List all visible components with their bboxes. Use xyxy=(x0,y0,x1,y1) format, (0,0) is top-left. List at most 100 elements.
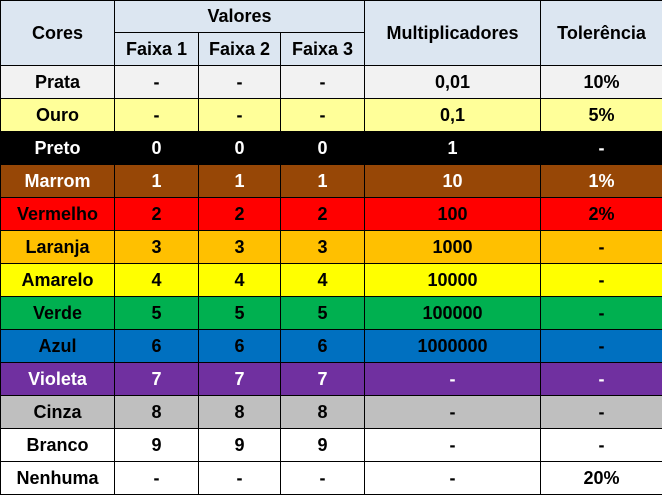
cell-color-name: Ouro xyxy=(0,98,115,132)
table-row: Amarelo 4 4 4 10000- xyxy=(0,263,662,297)
table-row: Cinza 8 8 8- - xyxy=(0,395,662,429)
cell-faixa-1: 1 xyxy=(114,164,199,198)
cell-color-name: Preto xyxy=(0,131,115,165)
cell-faixa-2: - xyxy=(198,461,281,495)
cell-faixa-2: 9 xyxy=(198,428,281,462)
cell-faixa-3: 4 xyxy=(279,263,366,297)
header-faixa-3: Faixa 3 xyxy=(279,32,366,66)
cell-multiplicador: 1 xyxy=(364,131,542,165)
resistor-color-code-table: Cores Valores Multiplicadores Tolerência… xyxy=(0,0,662,495)
cell-faixa-2: 7 xyxy=(198,362,281,396)
cell-faixa-3: 5 xyxy=(279,296,366,330)
cell-faixa-2: 4 xyxy=(198,263,281,297)
table-row: Preto 0 0 0 1- xyxy=(0,131,662,165)
cell-color-name: Amarelo xyxy=(0,263,115,297)
cell-color-name: Cinza xyxy=(0,395,115,429)
cell-color-name: Laranja xyxy=(0,230,115,264)
cell-tolerancia: - xyxy=(540,230,662,264)
cell-faixa-3: 3 xyxy=(279,230,366,264)
header-valores: Valores xyxy=(113,0,366,33)
cell-faixa-1: - xyxy=(114,98,199,132)
cell-multiplicador: 1000000 xyxy=(364,329,542,363)
cell-tolerancia: - xyxy=(540,296,662,330)
cell-multiplicador: 1000 xyxy=(364,230,542,264)
cell-tolerancia: 2% xyxy=(540,197,662,231)
cell-multiplicador: - xyxy=(364,362,542,396)
cell-multiplicador: 10000 xyxy=(364,263,542,297)
cell-multiplicador: - xyxy=(364,395,542,429)
cell-tolerancia: 20% xyxy=(540,461,662,495)
table-row: Marrom 1 1 1 10 1% xyxy=(0,164,662,198)
cell-color-name: Violeta xyxy=(0,362,115,396)
cell-faixa-1: 8 xyxy=(114,395,199,429)
cell-multiplicador: 0,01 xyxy=(364,65,542,99)
table-row: Verde 5 5 5 100000- xyxy=(0,296,662,330)
cell-faixa-2: 0 xyxy=(198,131,281,165)
cell-faixa-2: - xyxy=(198,65,281,99)
cell-faixa-1: 4 xyxy=(114,263,199,297)
cell-faixa-1: - xyxy=(114,65,199,99)
header-row-top: Cores Valores Multiplicadores Tolerência xyxy=(0,0,662,66)
cell-faixa-1: 6 xyxy=(114,329,199,363)
cell-faixa-3: 7 xyxy=(279,362,366,396)
cell-faixa-2: 6 xyxy=(198,329,281,363)
cell-multiplicador: 0,1 xyxy=(364,98,542,132)
cell-faixa-1: 0 xyxy=(114,131,199,165)
cell-color-name: Prata xyxy=(0,65,115,99)
cell-multiplicador: 10 xyxy=(364,164,542,198)
header-tolerancia: Tolerência xyxy=(540,0,662,66)
cell-faixa-3: - xyxy=(279,461,366,495)
table-row: Azul 6 6 6 1000000- xyxy=(0,329,662,363)
cell-tolerancia: - xyxy=(540,329,662,363)
cell-faixa-2: 3 xyxy=(198,230,281,264)
cell-faixa-3: 6 xyxy=(279,329,366,363)
cell-color-name: Nenhuma xyxy=(0,461,115,495)
cell-color-name: Azul xyxy=(0,329,115,363)
cell-faixa-3: - xyxy=(279,98,366,132)
cell-tolerancia: 1% xyxy=(540,164,662,198)
cell-faixa-3: 1 xyxy=(279,164,366,198)
header-multiplicadores: Multiplicadores xyxy=(364,0,542,66)
header-cores: Cores xyxy=(0,0,115,66)
cell-faixa-3: 0 xyxy=(279,131,366,165)
cell-faixa-2: 1 xyxy=(198,164,281,198)
cell-faixa-3: - xyxy=(279,65,366,99)
table-row: Branco 9 9 9- - xyxy=(0,428,662,462)
cell-color-name: Marrom xyxy=(0,164,115,198)
cell-color-name: Vermelho xyxy=(0,197,115,231)
cell-faixa-1: 9 xyxy=(114,428,199,462)
cell-color-name: Branco xyxy=(0,428,115,462)
cell-tolerancia: - xyxy=(540,263,662,297)
header-faixa-2: Faixa 2 xyxy=(198,32,281,66)
cell-faixa-1: 2 xyxy=(114,197,199,231)
cell-faixa-1: 5 xyxy=(114,296,199,330)
table-row: Prata - - -0,01 10% xyxy=(0,65,662,99)
cell-tolerancia: - xyxy=(540,131,662,165)
table-row: Violeta 7 7 7- - xyxy=(0,362,662,396)
cell-faixa-1: 3 xyxy=(114,230,199,264)
cell-multiplicador: 100000 xyxy=(364,296,542,330)
cell-multiplicador: - xyxy=(364,461,542,495)
cell-tolerancia: 10% xyxy=(540,65,662,99)
cell-color-name: Verde xyxy=(0,296,115,330)
table-body: Prata - - -0,01 10% Ouro - - -0,1 5% Preto 0 0 0 1- … xyxy=(0,65,662,495)
cell-tolerancia: - xyxy=(540,362,662,396)
cell-faixa-2: - xyxy=(198,98,281,132)
cell-faixa-3: 9 xyxy=(279,428,366,462)
cell-multiplicador: 100 xyxy=(364,197,542,231)
cell-tolerancia: - xyxy=(540,395,662,429)
cell-faixa-2: 2 xyxy=(198,197,281,231)
cell-faixa-3: 2 xyxy=(279,197,366,231)
table-row: Laranja 3 3 3 1000- xyxy=(0,230,662,264)
table-row: Nenhuma - - - -20% xyxy=(0,461,662,495)
cell-tolerancia: - xyxy=(540,428,662,462)
cell-multiplicador: - xyxy=(364,428,542,462)
cell-faixa-1: - xyxy=(114,461,199,495)
cell-tolerancia: 5% xyxy=(540,98,662,132)
table-row: Vermelho 2 2 2 100 2% xyxy=(0,197,662,231)
cell-faixa-1: 7 xyxy=(114,362,199,396)
header-faixa-1: Faixa 1 xyxy=(114,32,199,66)
table-row: Ouro - - -0,1 5% xyxy=(0,98,662,132)
cell-faixa-2: 5 xyxy=(198,296,281,330)
cell-faixa-2: 8 xyxy=(198,395,281,429)
